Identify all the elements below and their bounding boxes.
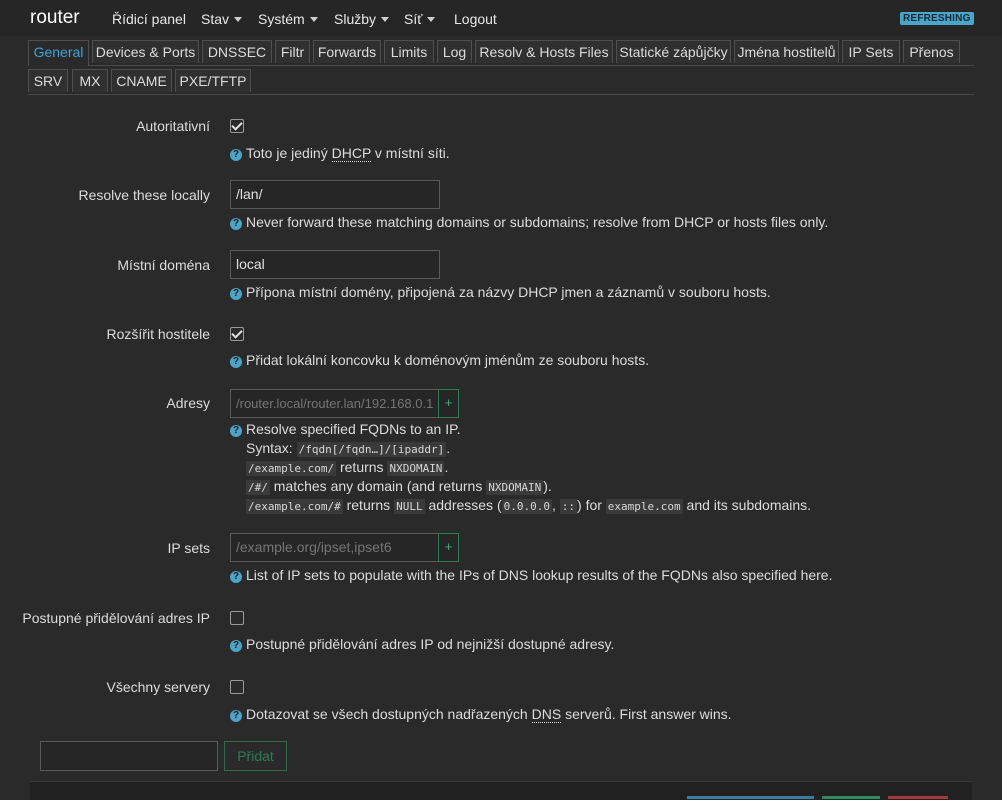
addresses-add-button[interactable]: + bbox=[438, 389, 459, 418]
tab-pxe-tftp[interactable]: PXE/TFTP bbox=[175, 69, 251, 92]
tab-resolv-hosts[interactable]: Resolv & Hosts Files bbox=[475, 40, 613, 63]
addresses-label: Adresy bbox=[166, 395, 210, 411]
chevron-down-icon bbox=[427, 17, 436, 22]
top-navbar: router Řídicí panel Stav Systém Služby S… bbox=[0, 0, 1002, 36]
all-servers-help: ? Dotazovat se všech dostupných nadřazený… bbox=[230, 706, 732, 723]
all-servers-checkbox[interactable] bbox=[230, 680, 244, 694]
tab-srv[interactable]: SRV bbox=[28, 69, 68, 92]
help-icon: ? bbox=[230, 218, 242, 230]
local-domain-label: Místní doména bbox=[117, 257, 210, 273]
ip-sets-label: IP sets bbox=[167, 540, 210, 556]
help-icon: ? bbox=[230, 710, 242, 722]
resolve-locally-input[interactable]: /lan/ bbox=[230, 180, 440, 209]
help-icon: ? bbox=[230, 571, 242, 583]
nav-dashboard[interactable]: Řídicí panel bbox=[112, 11, 186, 27]
addresses-input[interactable]: /router.local/router.lan/192.168.0.1 bbox=[230, 389, 439, 418]
tab-transfer[interactable]: Přenos bbox=[903, 40, 960, 63]
help-icon: ? bbox=[230, 425, 242, 437]
sequential-ip-label: Postupné přidělování adres IP bbox=[22, 610, 210, 626]
addresses-example-3: /example.com/# returns NULL addresses (0… bbox=[246, 497, 812, 514]
nav-network[interactable]: Síť bbox=[404, 11, 436, 27]
expand-hosts-label: Rozšířit hostitele bbox=[106, 326, 210, 342]
expand-hosts-help: ? Přidat lokální koncovku k doménovým jmé… bbox=[230, 352, 649, 368]
tab-devices-ports[interactable]: Devices & Ports bbox=[92, 40, 199, 63]
tab-filter[interactable]: Filtr bbox=[275, 40, 310, 63]
addresses-example-2: /#/ matches any domain (and returns NXDO… bbox=[246, 478, 552, 495]
help-icon: ? bbox=[230, 640, 242, 652]
resolve-locally-help: ? Never forward these matching domains or… bbox=[230, 214, 828, 230]
tab-log[interactable]: Log bbox=[437, 40, 472, 63]
nav-logout[interactable]: Logout bbox=[454, 11, 497, 27]
expand-hosts-checkbox[interactable] bbox=[230, 327, 244, 341]
authoritative-help: ? Toto je jediný DHCP v místní síti. bbox=[230, 145, 450, 162]
all-servers-label: Všechny servery bbox=[106, 679, 210, 695]
help-icon: ? bbox=[230, 356, 242, 368]
local-domain-input[interactable]: local bbox=[230, 250, 440, 279]
tab-mx[interactable]: MX bbox=[72, 69, 108, 92]
resolve-locally-label: Resolve these locally bbox=[78, 187, 210, 203]
tab-dnssec[interactable]: DNSSEC bbox=[202, 40, 272, 63]
tab-bar-row-2: SRV MX CNAME PXE/TFTP bbox=[28, 69, 974, 95]
ip-sets-input[interactable]: /example.org/ipset,ipset6 bbox=[230, 533, 439, 562]
refreshing-badge[interactable]: REFRESHING bbox=[900, 12, 974, 25]
help-icon: ? bbox=[230, 288, 242, 300]
tab-static-leases[interactable]: Statické zápůjčky bbox=[616, 40, 731, 63]
tab-bar-row-1: General Devices & Ports DNSSEC Filtr For… bbox=[28, 40, 974, 66]
tab-limits[interactable]: Limits bbox=[384, 40, 434, 63]
authoritative-checkbox[interactable] bbox=[230, 119, 244, 133]
tab-general[interactable]: General bbox=[28, 40, 89, 66]
nav-system[interactable]: Systém bbox=[258, 11, 318, 27]
sequential-ip-help: ? Postupné přidělování adres IP od nejniž… bbox=[230, 636, 614, 652]
addresses-syntax-line: Syntax: /fqdn[/fqdn…]/[ipaddr]. bbox=[246, 440, 451, 457]
ip-sets-add-button[interactable]: + bbox=[438, 533, 459, 562]
tab-hostnames[interactable]: Jména hostitelů bbox=[734, 40, 839, 63]
local-domain-help: ? Přípona místní domény, připojená za náz… bbox=[230, 284, 771, 300]
brand-logo[interactable]: router bbox=[30, 7, 80, 29]
new-section-name-input[interactable] bbox=[40, 741, 218, 771]
help-icon: ? bbox=[230, 149, 242, 161]
chevron-down-icon bbox=[234, 17, 243, 22]
addresses-example-1: /example.com/ returns NXDOMAIN. bbox=[246, 459, 449, 476]
add-section-button[interactable]: Přidat bbox=[224, 741, 287, 771]
nav-services[interactable]: Služby bbox=[334, 11, 390, 27]
authoritative-label: Autoritativní bbox=[136, 118, 210, 134]
addresses-help: ? Resolve specified FQDNs to an IP. bbox=[230, 421, 461, 437]
ip-sets-help: ? List of IP sets to populate with the IP… bbox=[230, 567, 832, 583]
tab-forwards[interactable]: Forwards bbox=[313, 40, 381, 63]
tab-cname[interactable]: CNAME bbox=[111, 69, 172, 92]
tab-ip-sets[interactable]: IP Sets bbox=[842, 40, 900, 63]
nav-status[interactable]: Stav bbox=[201, 11, 243, 27]
chevron-down-icon bbox=[381, 17, 390, 22]
chevron-down-icon bbox=[309, 17, 318, 22]
sequential-ip-checkbox[interactable] bbox=[230, 611, 244, 625]
